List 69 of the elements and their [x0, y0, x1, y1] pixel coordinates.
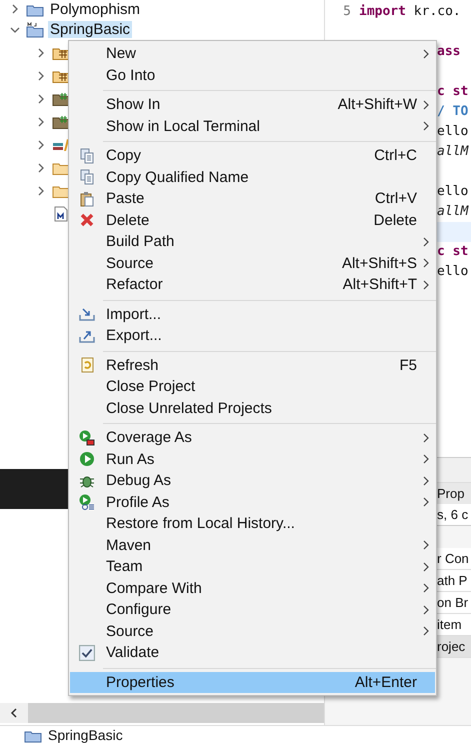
status-text: SpringBasic: [48, 726, 123, 742]
menu-item[interactable]: Refresh F5: [70, 354, 435, 376]
delete-icon: [79, 212, 95, 228]
chevron-icon[interactable]: [36, 94, 46, 104]
menu-item[interactable]: Delete Delete: [70, 210, 435, 231]
clipboard-icon: [79, 190, 95, 207]
menu-item[interactable]: Run As: [70, 448, 435, 470]
dark-panel: [0, 469, 68, 509]
menu-item[interactable]: Close Project: [70, 376, 435, 398]
code-text: allM: [437, 143, 468, 161]
code-text: c st: [437, 83, 468, 101]
menu-item[interactable]: Go Into: [70, 64, 435, 86]
import-icon: [79, 306, 95, 322]
project-icon: [26, 22, 44, 38]
chevron-icon[interactable]: [10, 24, 20, 34]
menu-item[interactable]: New: [70, 43, 435, 64]
horizontal-scrollbar[interactable]: [0, 703, 324, 723]
menu-item[interactable]: Import...: [70, 304, 435, 325]
line-number: 5: [343, 4, 351, 19]
scroll-left-button[interactable]: [0, 703, 28, 723]
code-text: ass: [437, 43, 460, 61]
chevron-icon[interactable]: [36, 140, 46, 150]
code-text: ello: [437, 263, 468, 281]
menu-item[interactable]: Validate: [70, 642, 435, 664]
menu-item[interactable]: Export...: [70, 325, 435, 346]
menu-item[interactable]: Maven: [70, 534, 435, 556]
code-text: kr.co.: [412, 3, 461, 21]
menu-item[interactable]: Show in Local Terminal: [70, 116, 435, 137]
coverage-icon: [79, 430, 95, 446]
menu-item[interactable]: Configure: [70, 599, 435, 620]
chevron-icon[interactable]: [36, 186, 46, 196]
project-name[interactable]: Polymophism: [48, 0, 142, 18]
menu-item[interactable]: Build Path: [70, 231, 435, 252]
code-text: c st: [437, 243, 468, 261]
chevron-icon[interactable]: [10, 4, 20, 14]
code-text: import: [359, 3, 406, 21]
menu-item[interactable]: Copy Ctrl+C: [70, 145, 435, 166]
profile-icon: [79, 494, 95, 510]
source-folder-icon: [52, 114, 70, 130]
menu-item[interactable]: Team: [70, 556, 435, 578]
menu-item[interactable]: Source Alt+Shift+S: [70, 252, 435, 274]
copy-icon: [79, 169, 95, 186]
menu-item[interactable]: Refactor Alt+Shift+T: [70, 274, 435, 296]
project-name[interactable]: SpringBasic: [48, 21, 132, 38]
menu-item[interactable]: Show In Alt+Shift+W: [70, 94, 435, 116]
menu-item[interactable]: Source: [70, 620, 435, 642]
menu-item[interactable]: Paste Ctrl+V: [70, 188, 435, 210]
chevron-icon[interactable]: [36, 48, 46, 58]
code-text: / TO: [437, 103, 468, 121]
code-text: ello: [437, 183, 468, 201]
chevron-left-icon: [9, 708, 19, 718]
run-icon: [79, 451, 95, 468]
file-icon: [52, 206, 70, 222]
library-icon: [52, 136, 70, 152]
menu-item[interactable]: Coverage As: [70, 427, 435, 448]
menu-item[interactable]: Compare With: [70, 578, 435, 599]
code-text: ello: [437, 123, 468, 141]
copy-icon: [79, 148, 95, 164]
chevron-icon[interactable]: [36, 70, 46, 80]
menu-item[interactable]: Debug As: [70, 470, 435, 492]
source-folder-icon: [52, 90, 70, 106]
chevron-icon[interactable]: [36, 116, 46, 126]
chevron-icon[interactable]: [36, 162, 46, 172]
code-text: allM: [437, 203, 468, 221]
checkbox-icon[interactable]: [79, 644, 95, 661]
menu-item[interactable]: Copy Qualified Name: [70, 166, 435, 188]
menu-item[interactable]: Close Unrelated Projects: [70, 398, 435, 419]
menu-item[interactable]: Properties Alt+Enter: [70, 672, 435, 693]
refresh-icon: [79, 357, 95, 374]
